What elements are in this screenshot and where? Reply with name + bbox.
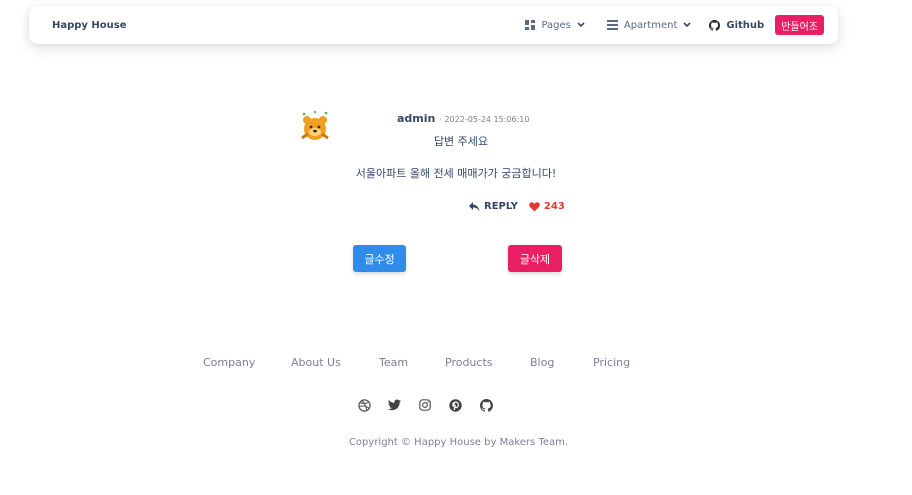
github-icon	[709, 19, 721, 31]
instagram-icon[interactable]	[418, 398, 432, 412]
reply-button[interactable]: REPLY	[469, 201, 518, 212]
nav-apartment-label: Apartment	[623, 19, 678, 31]
post-author: admin	[397, 112, 436, 125]
chevron-down-icon	[577, 22, 585, 28]
edit-post-button[interactable]: 글수정	[353, 245, 406, 272]
list-icon	[606, 20, 618, 30]
copyright-text: Copyright © Happy House by Makers Team.	[348, 437, 569, 448]
footer-link-company[interactable]: Company	[203, 356, 255, 369]
footer-link-products[interactable]: Products	[445, 356, 493, 369]
like-count: 243	[543, 201, 565, 212]
post-body: 서울아파트 올해 전세 매매가가 궁금합니다!	[355, 167, 557, 180]
twitter-icon[interactable]	[387, 398, 401, 412]
reply-icon	[469, 201, 480, 212]
footer-link-blog[interactable]: Blog	[530, 356, 554, 369]
dashboard-icon	[525, 20, 536, 30]
heart-icon	[529, 201, 540, 212]
brand-link[interactable]: Happy House	[52, 20, 127, 31]
delete-post-button[interactable]: 글삭제	[508, 245, 562, 272]
footer-link-team[interactable]: Team	[379, 356, 408, 369]
reply-label: REPLY	[484, 201, 518, 212]
nav-apartment-dropdown[interactable]: Apartment	[606, 19, 692, 31]
nav-pages-dropdown[interactable]: Pages	[525, 19, 585, 31]
post-meta: admin · 2022-05-24 15:06:10	[397, 112, 529, 125]
post-actions: REPLY 243	[469, 201, 565, 212]
nav-github-link[interactable]: Github	[709, 19, 765, 31]
nav-github-label: Github	[726, 19, 765, 31]
post-title: 답변 주세요	[433, 135, 489, 148]
footer-link-pricing[interactable]: Pricing	[593, 356, 630, 369]
pinterest-icon[interactable]	[448, 398, 462, 412]
github-icon[interactable]	[479, 398, 493, 412]
like-button[interactable]: 243	[529, 201, 565, 212]
post-date: · 2022-05-24 15:06:10	[439, 115, 530, 124]
chevron-down-icon	[683, 22, 691, 28]
footer-link-about-us[interactable]: About Us	[291, 356, 341, 369]
nav-menu: Pages Apartment Github 만들어조	[503, 15, 824, 35]
make-button[interactable]: 만들어조	[775, 15, 824, 35]
nav-pages-label: Pages	[541, 19, 571, 31]
dribbble-icon[interactable]	[357, 398, 371, 412]
navbar: Happy House Pages Apartment Github 만들어조	[29, 6, 838, 44]
